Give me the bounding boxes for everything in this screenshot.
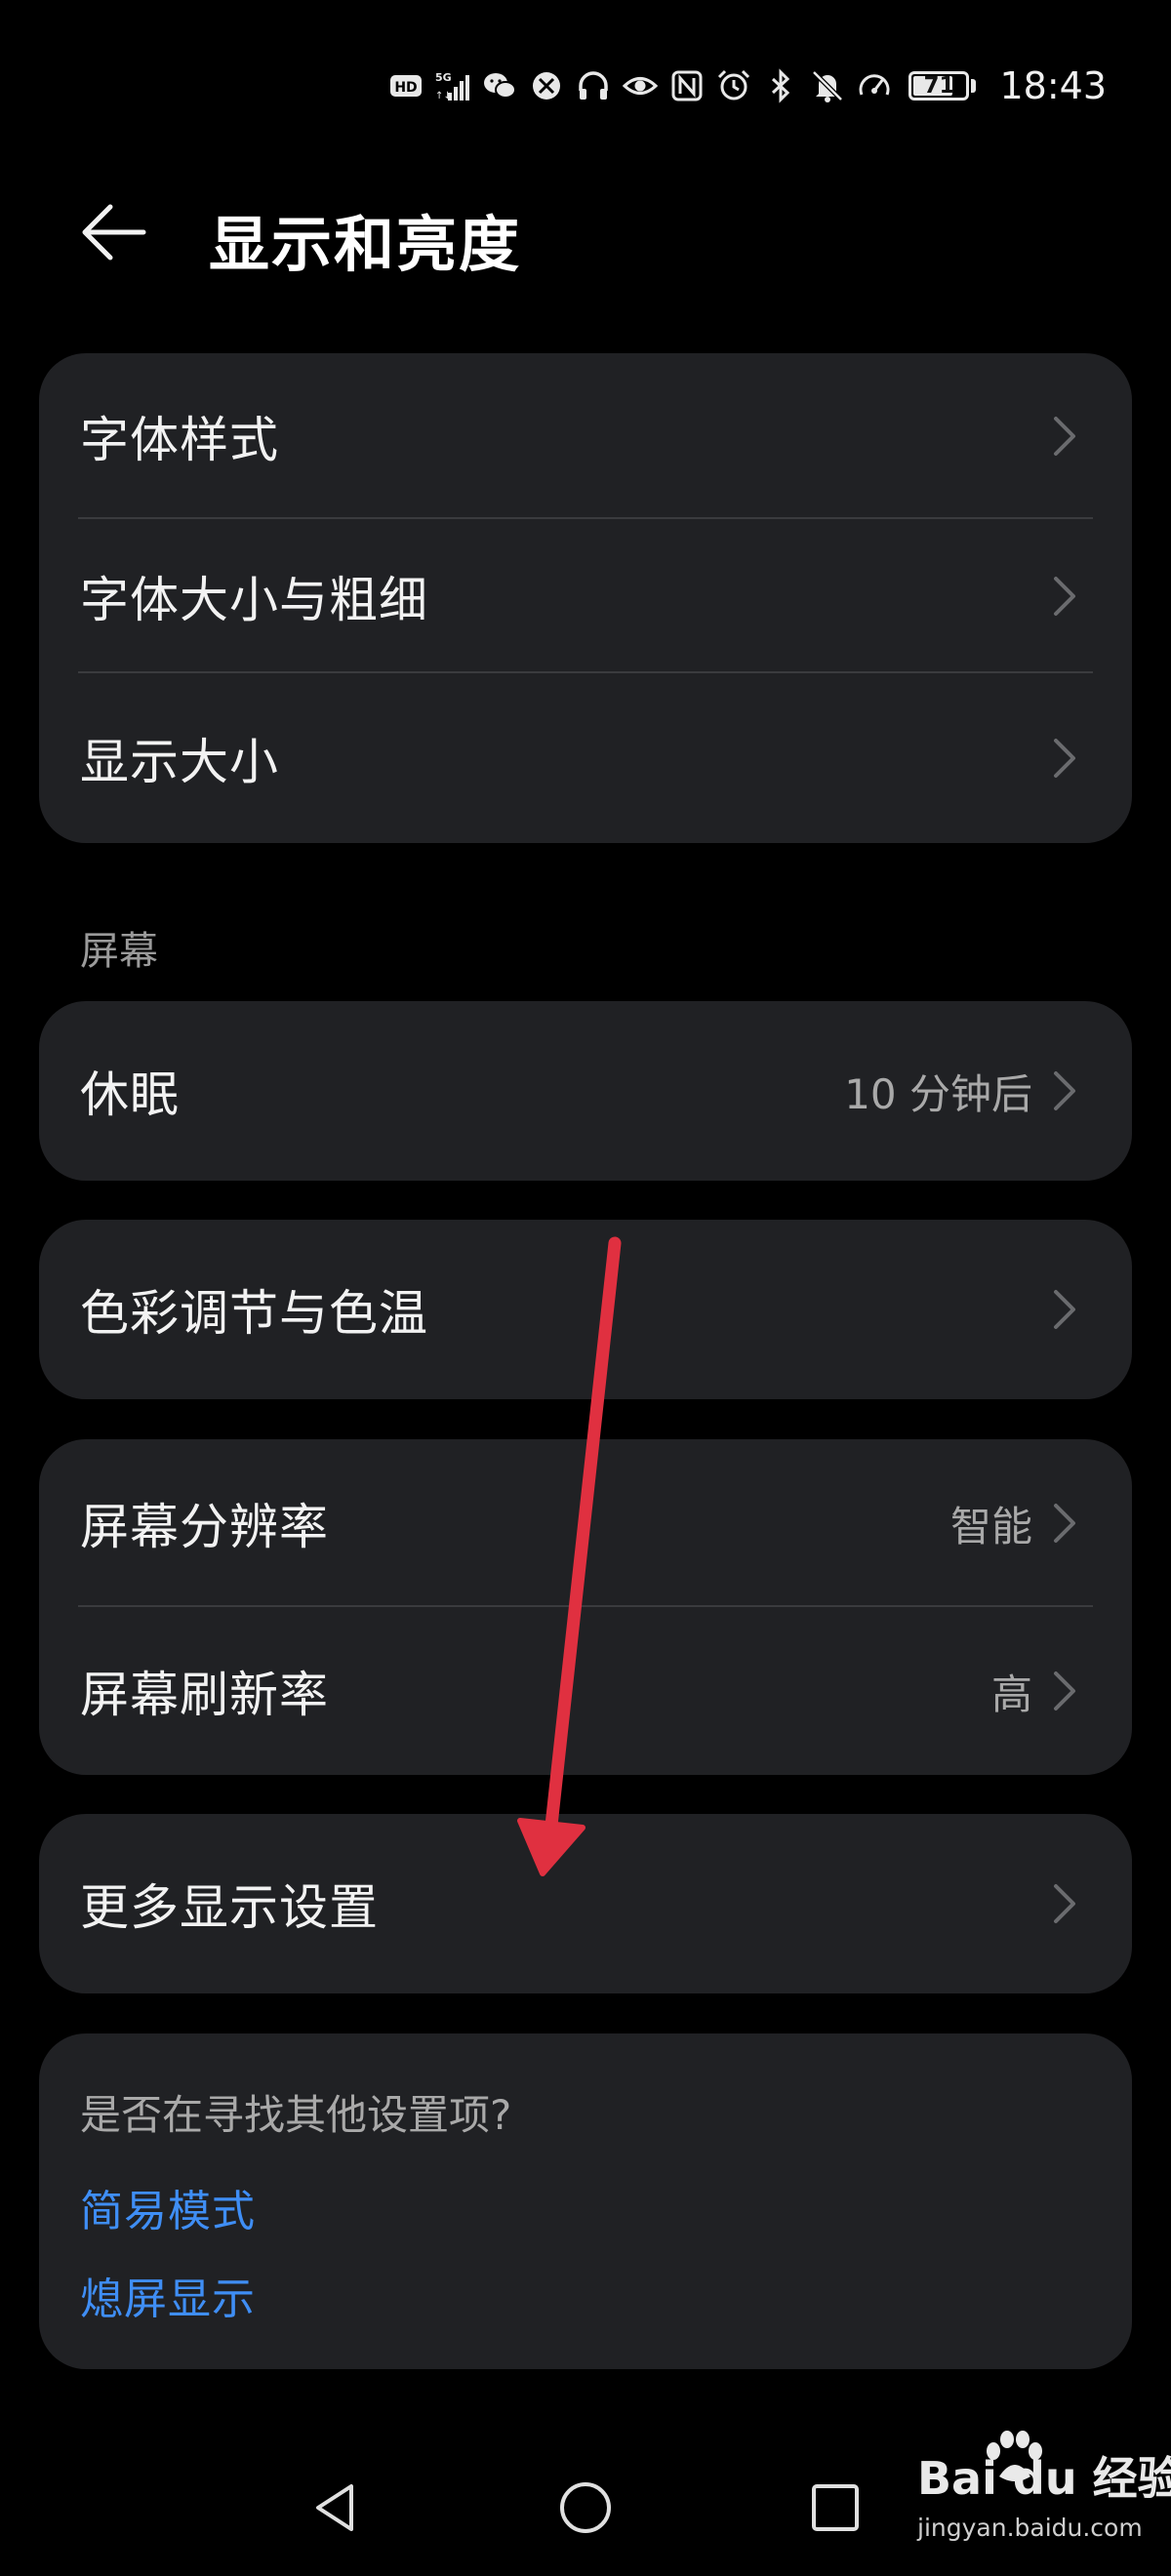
more-display-settings-label: 更多显示设置: [80, 1879, 379, 1936]
browser-icon: [528, 67, 565, 104]
chevron-right-icon: [1052, 1880, 1077, 1927]
battery-indicator: 71: [909, 71, 977, 101]
chevron-right-icon: [1052, 413, 1077, 460]
screen-resolution-value: 智能: [949, 1502, 1032, 1550]
screen-section-label: 屏幕: [80, 929, 158, 974]
refresh-rate-value: 高: [990, 1670, 1032, 1718]
bluetooth-icon: [762, 67, 799, 104]
chevron-right-icon: [1052, 1668, 1077, 1714]
nav-back-button[interactable]: [289, 2459, 386, 2556]
font-style-label: 字体样式: [80, 412, 279, 468]
settings-screen: HD 5G ↑↓ 71 18:43 显示和亮度 字体样式 字体大小与粗细 显示大…: [0, 0, 1171, 2576]
5g-signal-icon: 5G ↑↓: [434, 67, 471, 104]
hd-icon: HD: [387, 67, 424, 104]
chevron-right-icon: [1052, 1067, 1077, 1114]
wechat-icon: [481, 67, 518, 104]
display-size-label: 显示大小: [80, 734, 279, 790]
color-card: 色彩调节与色温: [39, 1220, 1132, 1399]
nav-back-icon: [316, 2484, 353, 2531]
simple-mode-link[interactable]: 简易模式: [80, 2176, 256, 2238]
sleep-label: 休眠: [80, 1067, 180, 1123]
speed-icon: [856, 67, 893, 104]
mute-icon: [809, 67, 846, 104]
battery-level: 71: [923, 73, 955, 99]
back-arrow-icon: [82, 204, 146, 261]
hint-title: 是否在寻找其他设置项?: [80, 2091, 512, 2139]
page-header: 显示和亮度: [0, 183, 1171, 281]
svg-text:5G: 5G: [435, 71, 452, 84]
more-display-card: 更多显示设置: [39, 1814, 1132, 1993]
sleep-card: 休眠 10 分钟后: [39, 1001, 1132, 1181]
color-temperature-row[interactable]: 色彩调节与色温: [39, 1220, 1132, 1399]
nav-recents-icon: [812, 2484, 859, 2531]
navigation-bar: [0, 2459, 1171, 2556]
refresh-rate-row[interactable]: 屏幕刷新率 高: [39, 1607, 1132, 1775]
status-bar: HD 5G ↑↓ 71 18:43: [387, 57, 1107, 115]
nav-recents-button[interactable]: [787, 2459, 884, 2556]
sleep-value: 10 分钟后: [844, 1069, 1032, 1118]
font-size-weight-row[interactable]: 字体大小与粗细: [39, 519, 1132, 673]
screen-resolution-row[interactable]: 屏幕分辨率 智能: [39, 1439, 1132, 1607]
alarm-icon: [715, 67, 752, 104]
chevron-right-icon: [1052, 1286, 1077, 1333]
screen-resolution-label: 屏幕分辨率: [80, 1499, 329, 1555]
resolution-card: 屏幕分辨率 智能 屏幕刷新率 高: [39, 1439, 1132, 1775]
nav-home-icon: [560, 2482, 611, 2533]
chevron-right-icon: [1052, 573, 1077, 620]
font-settings-card: 字体样式 字体大小与粗细 显示大小: [39, 353, 1132, 843]
nfc-icon: [668, 67, 706, 104]
refresh-rate-label: 屏幕刷新率: [80, 1667, 329, 1723]
color-temperature-label: 色彩调节与色温: [80, 1285, 428, 1342]
headphones-icon: [575, 67, 612, 104]
back-button[interactable]: [74, 197, 152, 267]
font-style-row[interactable]: 字体样式: [39, 353, 1132, 519]
page-title: 显示和亮度: [209, 209, 522, 280]
svg-text:HD: HD: [395, 80, 418, 96]
chevron-right-icon: [1052, 735, 1077, 782]
always-on-display-link[interactable]: 熄屏显示: [80, 2264, 256, 2326]
eye-comfort-icon: [622, 67, 659, 104]
more-display-settings-row[interactable]: 更多显示设置: [39, 1814, 1132, 1993]
svg-text:↑↓: ↑↓: [435, 91, 452, 101]
display-size-row[interactable]: 显示大小: [39, 673, 1132, 843]
chevron-right-icon: [1052, 1500, 1077, 1547]
font-size-weight-label: 字体大小与粗细: [80, 572, 428, 628]
nav-home-button[interactable]: [537, 2459, 634, 2556]
status-time: 18:43: [999, 64, 1107, 107]
sleep-row[interactable]: 休眠 10 分钟后: [39, 1001, 1132, 1181]
hint-card: 是否在寻找其他设置项? 简易模式 熄屏显示: [39, 2033, 1132, 2369]
